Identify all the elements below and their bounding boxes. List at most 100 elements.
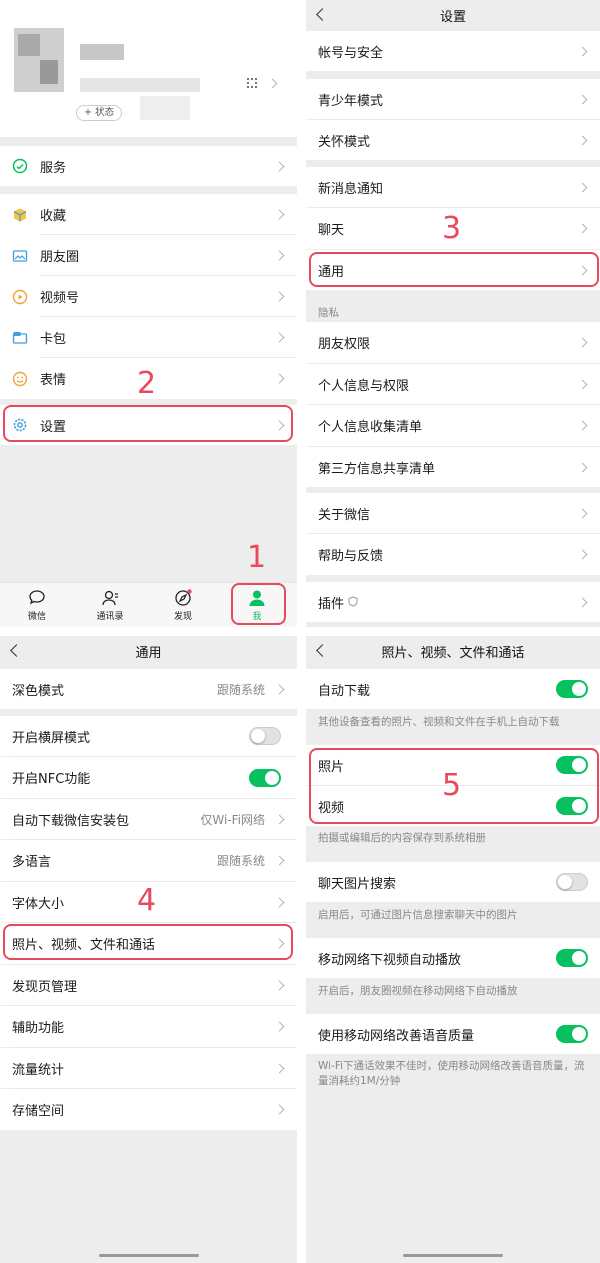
item-label: 聊天图片搜索: [318, 876, 397, 892]
chevron-right-icon: [577, 379, 588, 389]
step-number: 3: [442, 211, 462, 246]
item-label: 聊天: [318, 223, 345, 238]
general-item-nfc[interactable]: 开启NFC功能: [0, 757, 297, 798]
nickname-blur: [80, 44, 124, 60]
item-label: 关怀模式: [318, 134, 371, 150]
chevron-right-icon: [274, 814, 285, 824]
profile-header[interactable]: + 状态: [0, 0, 297, 137]
back-arrow-icon[interactable]: [316, 644, 329, 657]
menu-label: 服务: [40, 160, 67, 176]
chevron-right-icon: [274, 684, 285, 694]
general-item-discover-management[interactable]: 发现页管理: [0, 965, 297, 1005]
home-indicator: [98, 1254, 199, 1257]
item-label: 自动下载微信安装包: [12, 813, 130, 829]
menu-item-card-wallet[interactable]: 卡包: [0, 317, 297, 358]
item-label: 第三方信息共享清单: [318, 461, 436, 477]
me-panel: + 状态 服务 收藏 朋友圈 视频号 卡包 表情 设置 2 微信 通讯录 发现 …: [0, 0, 297, 627]
landscape-toggle[interactable]: [249, 727, 281, 745]
info-blur: [140, 96, 190, 120]
settings-item-care-mode[interactable]: 关怀模式: [306, 120, 600, 160]
autoplay-toggle[interactable]: [556, 949, 588, 967]
item-label: 使用移动网络改善语音质量: [318, 1028, 475, 1044]
tab-discover[interactable]: 发现: [153, 589, 213, 622]
chevron-right-icon: [274, 332, 285, 343]
general-item-language[interactable]: 多语言 跟随系统: [0, 840, 297, 881]
chevron-right-icon: [577, 420, 588, 431]
toggle-knob: [572, 682, 586, 696]
menu-item-service[interactable]: 服务: [0, 146, 297, 186]
media-item-autoplay[interactable]: 移动网络下视频自动播放: [306, 938, 600, 978]
settings-item-friend-permissions[interactable]: 朋友权限: [306, 322, 600, 363]
highlight-me-tab: [231, 583, 286, 625]
settings-item-plugins[interactable]: 插件: [306, 582, 600, 622]
tab-contacts[interactable]: 通讯录: [80, 589, 140, 622]
media-item-auto-download[interactable]: 自动下载: [306, 669, 600, 709]
item-label: 存储空间: [12, 1104, 65, 1119]
nfc-toggle[interactable]: [249, 768, 281, 787]
menu-item-favorites[interactable]: 收藏: [0, 194, 297, 235]
voice-quality-toggle[interactable]: [556, 1025, 588, 1043]
qr-code-icon[interactable]: [247, 78, 257, 88]
settings-item-personal-info[interactable]: 个人信息与权限: [306, 364, 600, 404]
media-panel: 照片、视频、文件和通话 自动下载 其他设备查看的照片、视频和文件在手机上自动下载…: [306, 636, 600, 1263]
chevron-right-icon: [577, 597, 588, 607]
chat-image-search-description: 启用后，可通过图片信息搜索聊天中的图片: [318, 909, 518, 921]
page-title: 设置: [439, 9, 466, 25]
step-number: 1: [247, 540, 267, 575]
back-arrow-icon[interactable]: [10, 644, 23, 657]
item-label: 流量统计: [12, 1062, 65, 1078]
general-item-auto-download-package[interactable]: 自动下载微信安装包 仅Wi-Fi网络: [0, 799, 297, 839]
settings-item-notifications[interactable]: 新消息通知: [306, 167, 600, 207]
general-item-storage[interactable]: 存储空间: [0, 1089, 297, 1130]
voice-quality-description: Wi-Fi下通话效果不佳时，使用移动网络改善语音质量，流量消耗约1M/分钟: [318, 1060, 585, 1087]
contacts-icon: [102, 590, 118, 606]
media-item-chat-image-search[interactable]: 聊天图片搜索: [306, 862, 600, 902]
auto-download-toggle[interactable]: [556, 680, 588, 698]
auto-download-description: 其他设备查看的照片、视频和文件在手机上自动下载: [318, 716, 560, 728]
chevron-right-icon: [577, 223, 588, 234]
general-item-accessibility[interactable]: 辅助功能: [0, 1006, 297, 1047]
general-item-landscape[interactable]: 开启横屏模式: [0, 716, 297, 756]
settings-item-help-feedback[interactable]: 帮助与反馈: [306, 534, 600, 575]
media-item-voice-quality[interactable]: 使用移动网络改善语音质量: [306, 1014, 600, 1054]
general-header: 通用: [0, 636, 297, 666]
chevron-right-icon: [274, 897, 285, 907]
item-label: 深色模式: [12, 683, 65, 699]
status-button[interactable]: + 状态: [76, 105, 122, 121]
chevron-right-icon: [274, 161, 285, 171]
item-label: 新消息通知: [318, 181, 384, 197]
general-item-dark-mode[interactable]: 深色模式 跟随系统: [0, 669, 297, 709]
item-label: 青少年模式: [318, 93, 384, 109]
item-label: 开启横屏模式: [12, 730, 91, 746]
settings-item-teen-mode[interactable]: 青少年模式: [306, 79, 600, 119]
chevron-right-icon: [577, 549, 588, 560]
wechat-id-blur: [80, 78, 200, 92]
back-arrow-icon[interactable]: [316, 8, 329, 21]
highlight-photos-videos: [3, 924, 293, 960]
settings-item-info-collection[interactable]: 个人信息收集清单: [306, 405, 600, 446]
section-label-privacy: 隐私: [318, 307, 339, 319]
chevron-right-icon: [577, 337, 588, 348]
general-item-data-usage[interactable]: 流量统计: [0, 1048, 297, 1088]
menu-item-channels[interactable]: 视频号: [0, 276, 297, 317]
settings-item-account-security[interactable]: 帐号与安全: [306, 31, 600, 71]
menu-item-moments[interactable]: 朋友圈: [0, 235, 297, 276]
chat-bubble-icon: [29, 590, 45, 605]
settings-item-third-party-sharing[interactable]: 第三方信息共享清单: [306, 447, 600, 487]
settings-item-about[interactable]: 关于微信: [306, 493, 600, 533]
chevron-right-icon: [577, 182, 588, 192]
chevron-right-icon: [577, 46, 588, 56]
avatar-pixel: [18, 34, 40, 56]
menu-label: 收藏: [40, 209, 67, 224]
toggle-knob: [572, 951, 586, 965]
tab-label: 发现: [173, 612, 192, 622]
tab-chats[interactable]: 微信: [7, 589, 67, 622]
item-label: 移动网络下视频自动播放: [318, 952, 462, 968]
step-number: 4: [137, 883, 157, 918]
step-number: 2: [137, 366, 157, 401]
item-label: 多语言: [12, 855, 52, 870]
step-number: 5: [442, 768, 462, 803]
chat-image-search-toggle[interactable]: [556, 873, 588, 891]
item-label: 自动下载: [318, 683, 371, 699]
home-indicator: [403, 1254, 503, 1257]
